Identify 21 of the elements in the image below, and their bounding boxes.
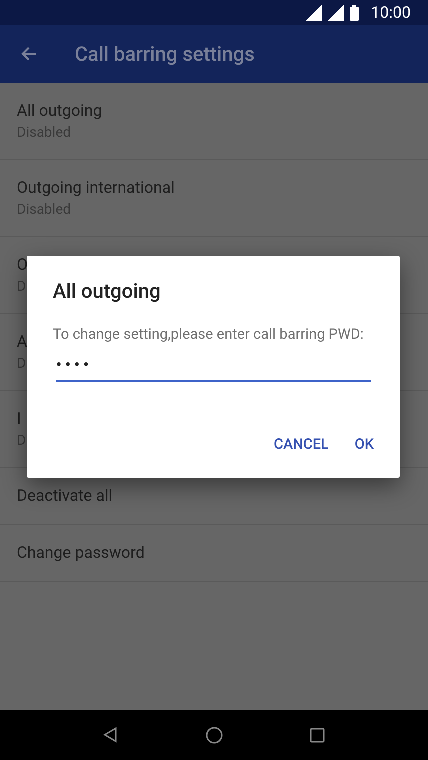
clock-time: 10:00 [371,2,411,24]
setting-title[interactable]: O [17,252,28,276]
dialog-button[interactable]: OK [346,428,382,462]
screen-title: Call barring settings [75,41,255,68]
home-nav-icon[interactable] [206,726,223,744]
dialog-title: All outgoing [53,278,161,305]
back-arrow-icon[interactable] [21,46,37,62]
password-field[interactable]: •••• [56,352,371,382]
dialog-message: To change setting,please enter call barring PWD: [53,325,364,345]
setting-title[interactable]: Deactivate all [17,484,113,508]
battery-icon [350,4,360,20]
recents-nav-icon[interactable] [310,728,325,742]
setting-title[interactable]: I [17,406,22,430]
back-nav-icon[interactable] [103,727,120,743]
setting-title[interactable]: Change password [17,541,145,565]
setting-title[interactable]: Outgoing international [17,176,175,200]
signal-icon [306,4,322,20]
setting-title[interactable]: A [17,330,28,354]
dialog-button[interactable]: CANCEL [266,428,337,462]
signal-icon [328,4,344,20]
setting-title[interactable]: All outgoing [17,98,102,122]
